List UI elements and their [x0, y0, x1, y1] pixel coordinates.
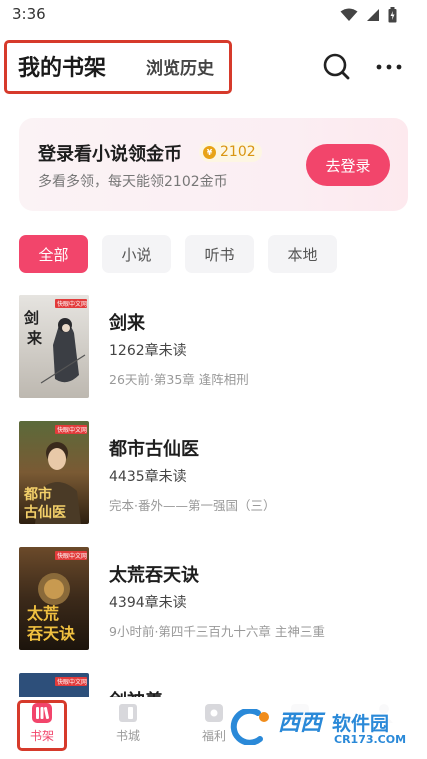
nav-bookstore[interactable]: 书城: [104, 701, 152, 749]
login-button[interactable]: 去登录: [306, 144, 390, 186]
login-promo-title: 登录看小说领金币: [38, 144, 182, 165]
status-icons: [340, 7, 397, 23]
cover-badge-text: 快眼中文网: [57, 678, 87, 686]
book-title: 太荒吞天诀: [109, 565, 199, 586]
book-title: 剑神義: [109, 687, 163, 697]
book-cover[interactable]: 快眼中文网: [19, 673, 89, 697]
nav-bookshelf[interactable]: 书架: [18, 701, 66, 749]
nav-label: 书架: [29, 729, 54, 743]
watermark-soft-text: 软件园: [332, 713, 390, 735]
book-cover[interactable]: 快眼中文网 都市 古仙医: [19, 421, 89, 524]
watermark-main-text: 西西: [278, 711, 323, 736]
book-unread-count: 4394章未读: [109, 595, 187, 611]
svg-text:来: 来: [26, 329, 43, 347]
coin-badge: ¥ 2102: [199, 142, 262, 162]
book-cover-art: 快眼中文网 都市 古仙医: [19, 421, 89, 524]
book-item[interactable]: 快眼中文网 剑神義: [19, 673, 419, 697]
more-icon: [376, 64, 402, 70]
svg-text:太荒: 太荒: [26, 604, 59, 623]
login-promo-card: 登录看小说领金币 ¥ 2102 多看多领，每天能领2102金币 去登录: [19, 118, 408, 211]
cover-badge-text: 快眼中文网: [57, 300, 87, 308]
coin-amount: 2102: [220, 144, 256, 160]
book-last-update: 完本·番外——第一强国（三）: [109, 498, 276, 513]
watermark: 西西 软件园 CR173.COM: [226, 703, 412, 749]
svg-text:吞天诀: 吞天诀: [27, 624, 76, 643]
book-cover-art: 快眼中文网: [19, 673, 89, 697]
nav-label: 书城: [115, 729, 140, 743]
book-title: 剑来: [109, 313, 145, 334]
book-item[interactable]: 快眼中文网 剑 来 剑来 1262章未读 26天前·第35章 逢阵相刑: [19, 295, 419, 399]
welfare-icon: [205, 704, 223, 722]
status-time: 3:36: [12, 5, 46, 23]
header: 我的书架 浏览历史: [0, 36, 427, 96]
bookstore-icon: [119, 704, 137, 722]
book-cover[interactable]: 快眼中文网 太荒 吞天诀: [19, 547, 89, 650]
signal-icon: [367, 9, 379, 21]
cover-badge-text: 快眼中文网: [57, 426, 87, 434]
svg-text:都市: 都市: [23, 486, 52, 503]
filter-chip-local[interactable]: 本地: [268, 235, 337, 273]
book-cover-art: 快眼中文网 剑 来: [19, 295, 89, 398]
wifi-icon: [340, 8, 358, 21]
book-last-update: 26天前·第35章 逢阵相刑: [109, 372, 249, 387]
book-last-update: 9小时前·第四千三百九十六章 主神三重: [109, 624, 325, 639]
book-title: 都市古仙医: [109, 439, 199, 460]
nav-label: 福利: [201, 729, 226, 743]
book-item[interactable]: 快眼中文网 都市 古仙医 都市古仙医 4435章未读 完本·番外——第一强国（三…: [19, 421, 419, 525]
filter-chip-audiobook[interactable]: 听书: [185, 235, 254, 273]
login-promo-subtitle: 多看多领，每天能领2102金币: [38, 174, 228, 190]
book-cover-art: 快眼中文网 太荒 吞天诀: [19, 547, 89, 650]
book-unread-count: 4435章未读: [109, 469, 187, 485]
battery-icon: [388, 7, 397, 23]
filter-chips: 全部 小说 听书 本地: [19, 235, 419, 273]
svg-text:剑: 剑: [23, 309, 39, 327]
book-item[interactable]: 快眼中文网 太荒 吞天诀 太荒吞天诀 4394章未读 9小时前·第四千三百九十六…: [19, 547, 419, 651]
bookshelf-icon: [32, 703, 52, 723]
status-bar: 3:36: [0, 0, 427, 30]
watermark-url: CR173.COM: [334, 733, 407, 746]
cover-badge-text: 快眼中文网: [57, 552, 87, 560]
more-button[interactable]: [372, 50, 406, 84]
svg-text:古仙医: 古仙医: [24, 504, 66, 521]
filter-chip-all[interactable]: 全部: [19, 235, 88, 273]
tab-history[interactable]: 浏览历史: [146, 54, 214, 79]
search-icon: [323, 53, 350, 80]
watermark-logo-icon: [230, 709, 269, 745]
tab-bookshelf[interactable]: 我的书架: [18, 50, 106, 82]
book-unread-count: 1262章未读: [109, 343, 187, 359]
filter-chip-novel[interactable]: 小说: [102, 235, 171, 273]
book-cover[interactable]: 快眼中文网 剑 来: [19, 295, 89, 398]
coin-icon: ¥: [203, 145, 216, 159]
search-button[interactable]: [320, 50, 354, 84]
